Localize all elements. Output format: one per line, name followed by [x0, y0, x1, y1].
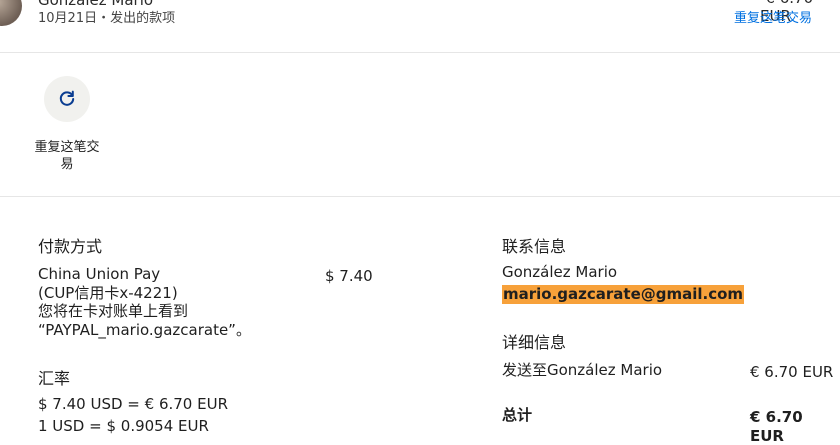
sent-to-label: 发送至González Mario: [502, 361, 663, 379]
payment-method-amount: $ 7.40: [325, 267, 373, 285]
payment-method-line4: “PAYPAL_mario.gazcarate”。: [38, 320, 251, 339]
payment-method-line1: China Union Pay: [38, 265, 161, 283]
repeat-transaction-link[interactable]: 重复这笔交易: [734, 7, 812, 26]
repeat-icon-circle[interactable]: [44, 76, 90, 122]
transaction-date-type: 10月21日・发出的款项: [38, 11, 176, 26]
contact-email[interactable]: mario.gazcarate@gmail.com: [502, 285, 745, 304]
repeat-transaction-label: 重复这笔交易: [34, 140, 100, 172]
refresh-icon: [59, 90, 75, 106]
exchange-rate-title: 汇率: [38, 369, 71, 388]
contact-info-title: 联系信息: [502, 237, 567, 256]
payment-method-line3: 您将在卡对账单上看到: [38, 302, 189, 320]
repeat-transaction-button[interactable]: 重复这笔交易: [30, 72, 104, 173]
total-label: 总计: [502, 406, 533, 424]
total-amount: € 6.70 EUR: [750, 408, 803, 445]
transaction-header: González Mario 10月21日・发出的款项 -€ 6.70 EUR …: [0, 0, 840, 53]
section-divider: [0, 196, 840, 197]
details-title: 详细信息: [502, 333, 567, 352]
payment-method-title: 付款方式: [38, 237, 103, 256]
sent-to-amount: € 6.70 EUR: [750, 363, 834, 381]
exchange-rate-line2: 1 USD = $ 0.9054 EUR: [38, 417, 209, 435]
payment-method-line2: (CUP信用卡x-4221): [38, 283, 178, 302]
exchange-rate-line1: $ 7.40 USD = € 6.70 EUR: [38, 395, 228, 413]
contact-name: González Mario: [502, 263, 618, 281]
avatar: [0, 0, 22, 26]
